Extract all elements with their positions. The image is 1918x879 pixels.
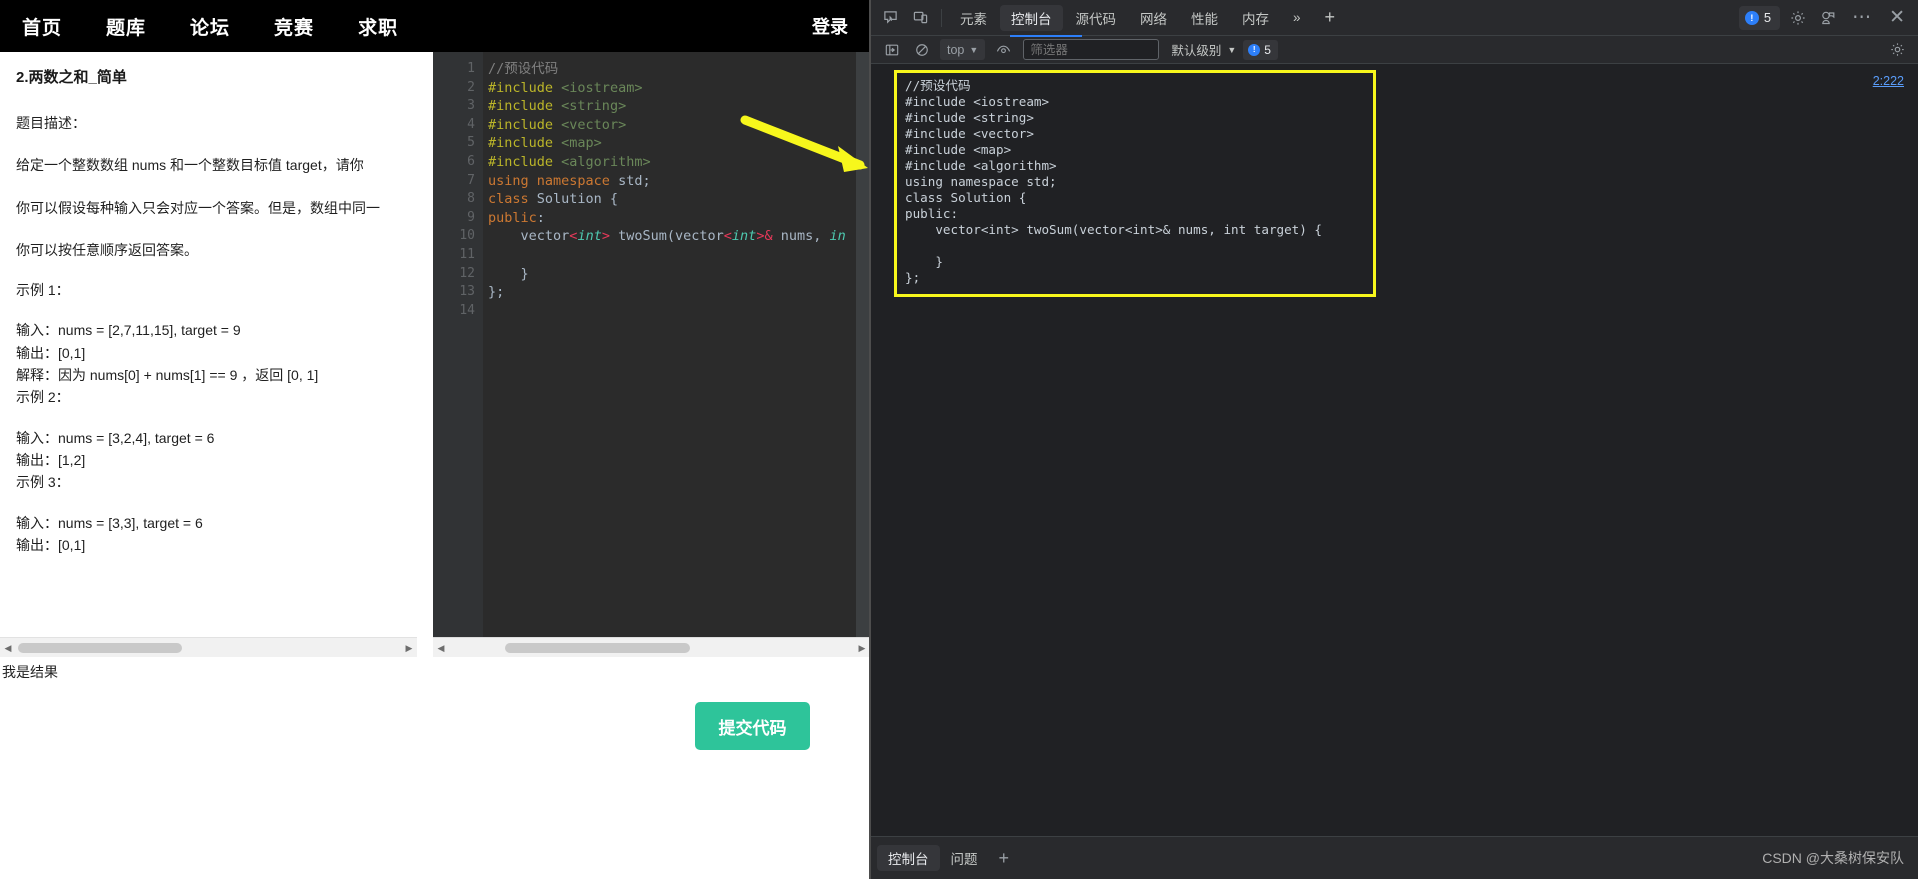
example-2-label: 示例 2： [16, 389, 70, 406]
console-issues-dot-icon: ! [1248, 43, 1261, 56]
tab-console[interactable]: 控制台 [1000, 4, 1063, 31]
example-3-input: 输入：nums = [3,3], target = 6 [16, 514, 203, 531]
tab-memory[interactable]: 内存 [1231, 5, 1280, 31]
console-log-level-selector[interactable]: 默认级别 ▼ [1164, 39, 1243, 60]
console-level-value: 默认级别 [1171, 44, 1222, 58]
level-chevron-down-icon: ▼ [1227, 44, 1237, 55]
drawer-tab-console[interactable]: 控制台 [877, 845, 940, 871]
tab-elements[interactable]: 元素 [949, 5, 998, 31]
problem-paragraph-3: 你可以按任意顺序返回答案。 [16, 241, 198, 258]
editor-code-content[interactable]: //预设代码 #include <iostream> #include <str… [483, 52, 870, 637]
editor-vertical-scrollbar[interactable] [856, 52, 870, 637]
console-source-link[interactable]: 2:222 [1873, 74, 1904, 88]
editor-hscroll-thumb[interactable] [505, 643, 690, 653]
problem-description-pane: 2.两数之和_简单 题目描述： 给定一个整数数组 nums 和一个整数目标值 t… [0, 52, 417, 637]
nav-item-home[interactable]: 首页 [22, 13, 62, 40]
watermark-text: CSDN @大桑树保安队 [1762, 850, 1904, 866]
work-area: 2.两数之和_简单 题目描述： 给定一个整数数组 nums 和一个整数目标值 t… [0, 52, 870, 879]
tab-sources[interactable]: 源代码 [1065, 5, 1128, 31]
console-context-value: top [947, 42, 965, 57]
editor-scroll-left-arrow-icon[interactable]: ◀ [433, 638, 449, 658]
issues-dot-icon: ! [1744, 10, 1759, 25]
console-filter-input[interactable] [1023, 39, 1160, 60]
example-1-input: 输入：nums = [2,7,11,15], target = 9 [16, 322, 241, 339]
problem-desc-label: 题目描述： [16, 115, 86, 131]
example-1-explanation: 解释：因为 nums[0] + nums[1] == 9 ，返回 [0, 1] [16, 367, 319, 384]
chevron-down-icon: ▼ [969, 44, 979, 55]
problem-paragraph-2: 你可以假设每种输入只会对应一个答案。但是，数组中同一 [16, 199, 380, 216]
editor-horizontal-scrollbar[interactable]: ◀ ▶ [433, 637, 870, 657]
devtools-toolbar: 元素 控制台 源代码 网络 性能 内存 » + ! 5 ⋯ ✕ [871, 0, 1918, 36]
example-1-output: 输出：[0,1] [16, 344, 86, 361]
inspect-element-icon[interactable] [875, 5, 905, 31]
issues-count-badge[interactable]: ! 5 [1738, 5, 1781, 30]
console-message[interactable]: 2:222 //预设代码 #include <iostream> #includ… [871, 65, 1918, 302]
toolbar-divider [941, 8, 942, 27]
console-output-area[interactable]: 2:222 //预设代码 #include <iostream> #includ… [871, 65, 1918, 836]
close-devtools-icon[interactable]: ✕ [1880, 6, 1914, 29]
problem-paragraph-1: 给定一个整数数组 nums 和一个整数目标值 target，请你 [16, 157, 364, 174]
tab-network[interactable]: 网络 [1129, 5, 1178, 31]
web-page: 首页 题库 论坛 竞赛 求职 登录 2.两数之和_简单 题目描述： 给定一个整数… [0, 0, 870, 879]
nav-item-forum[interactable]: 论坛 [190, 13, 230, 40]
nav-item-jobs[interactable]: 求职 [358, 13, 398, 40]
example-1-label: 示例 1： [16, 282, 70, 299]
drawer-add-tab-icon[interactable]: + [989, 848, 1020, 869]
settings-gear-icon[interactable] [1783, 5, 1813, 31]
issues-count-label: 5 [1763, 10, 1772, 25]
problem-hscroll-thumb[interactable] [18, 643, 182, 653]
scroll-right-arrow-icon[interactable]: ▶ [401, 638, 417, 658]
example-3-label: 示例 3： [16, 474, 70, 491]
devtools-panel: 元素 控制台 源代码 网络 性能 内存 » + ! 5 ⋯ ✕ top ▼ 筛选… [871, 0, 1918, 879]
nav-item-problems[interactable]: 题库 [106, 13, 146, 40]
more-tabs-chevron-icon[interactable]: » [1282, 5, 1312, 31]
nav-item-contest[interactable]: 竞赛 [274, 13, 314, 40]
scroll-left-arrow-icon[interactable]: ◀ [0, 638, 16, 658]
console-issues-count: 5 [1264, 42, 1271, 57]
feedback-icon[interactable] [1813, 5, 1843, 31]
code-editor[interactable]: 1 2 3 4 5 6 7 8 9 10 11 12 13 14 //预设代码 #include <ios… [433, 52, 870, 637]
result-text: 我是结果 [2, 664, 58, 680]
submit-area: 提交代码 [433, 672, 870, 762]
clear-console-icon[interactable] [907, 37, 937, 63]
console-highlight-box: //预设代码 #include <iostream> #include <str… [894, 70, 1376, 297]
console-context-selector[interactable]: top ▼ [940, 39, 986, 60]
example-2-input: 输入：nums = [3,2,4], target = 6 [16, 429, 215, 446]
site-top-navigation: 首页 题库 论坛 竞赛 求职 登录 [0, 0, 870, 52]
editor-line-number-gutter: 1 2 3 4 5 6 7 8 9 10 11 12 13 14 [433, 52, 483, 637]
drawer-tab-issues[interactable]: 问题 [940, 845, 989, 871]
login-button[interactable]: 登录 [812, 13, 848, 39]
toggle-device-toolbar-icon[interactable] [905, 5, 935, 31]
screen: 首页 题库 论坛 竞赛 求职 登录 2.两数之和_简单 题目描述： 给定一个整数… [0, 0, 1918, 879]
console-toolbar: top ▼ 默认级别 ▼ ! 5 [871, 35, 1918, 64]
problem-title: 2.两数之和_简单 [16, 69, 127, 86]
problem-horizontal-scrollbar[interactable]: ◀ ▶ [0, 637, 417, 657]
console-issues-badge[interactable]: ! 5 [1243, 39, 1278, 60]
more-options-icon[interactable]: ⋯ [1843, 6, 1880, 29]
console-settings-gear-icon[interactable] [1882, 37, 1912, 63]
console-drawer-tabbar: 控制台 问题 + [871, 836, 1918, 879]
add-tab-plus-icon[interactable]: + [1314, 5, 1347, 31]
console-sidebar-toggle-icon[interactable] [877, 37, 907, 63]
example-2-output: 输出：[1,2] [16, 451, 86, 468]
live-expression-eye-icon[interactable] [988, 37, 1018, 63]
console-log-text: //预设代码 #include <iostream> #include <str… [905, 78, 1323, 285]
submit-code-button[interactable]: 提交代码 [695, 702, 810, 750]
example-3-output: 输出：[0,1] [16, 536, 86, 553]
tab-performance[interactable]: 性能 [1180, 5, 1229, 31]
editor-scroll-right-arrow-icon[interactable]: ▶ [854, 638, 870, 658]
